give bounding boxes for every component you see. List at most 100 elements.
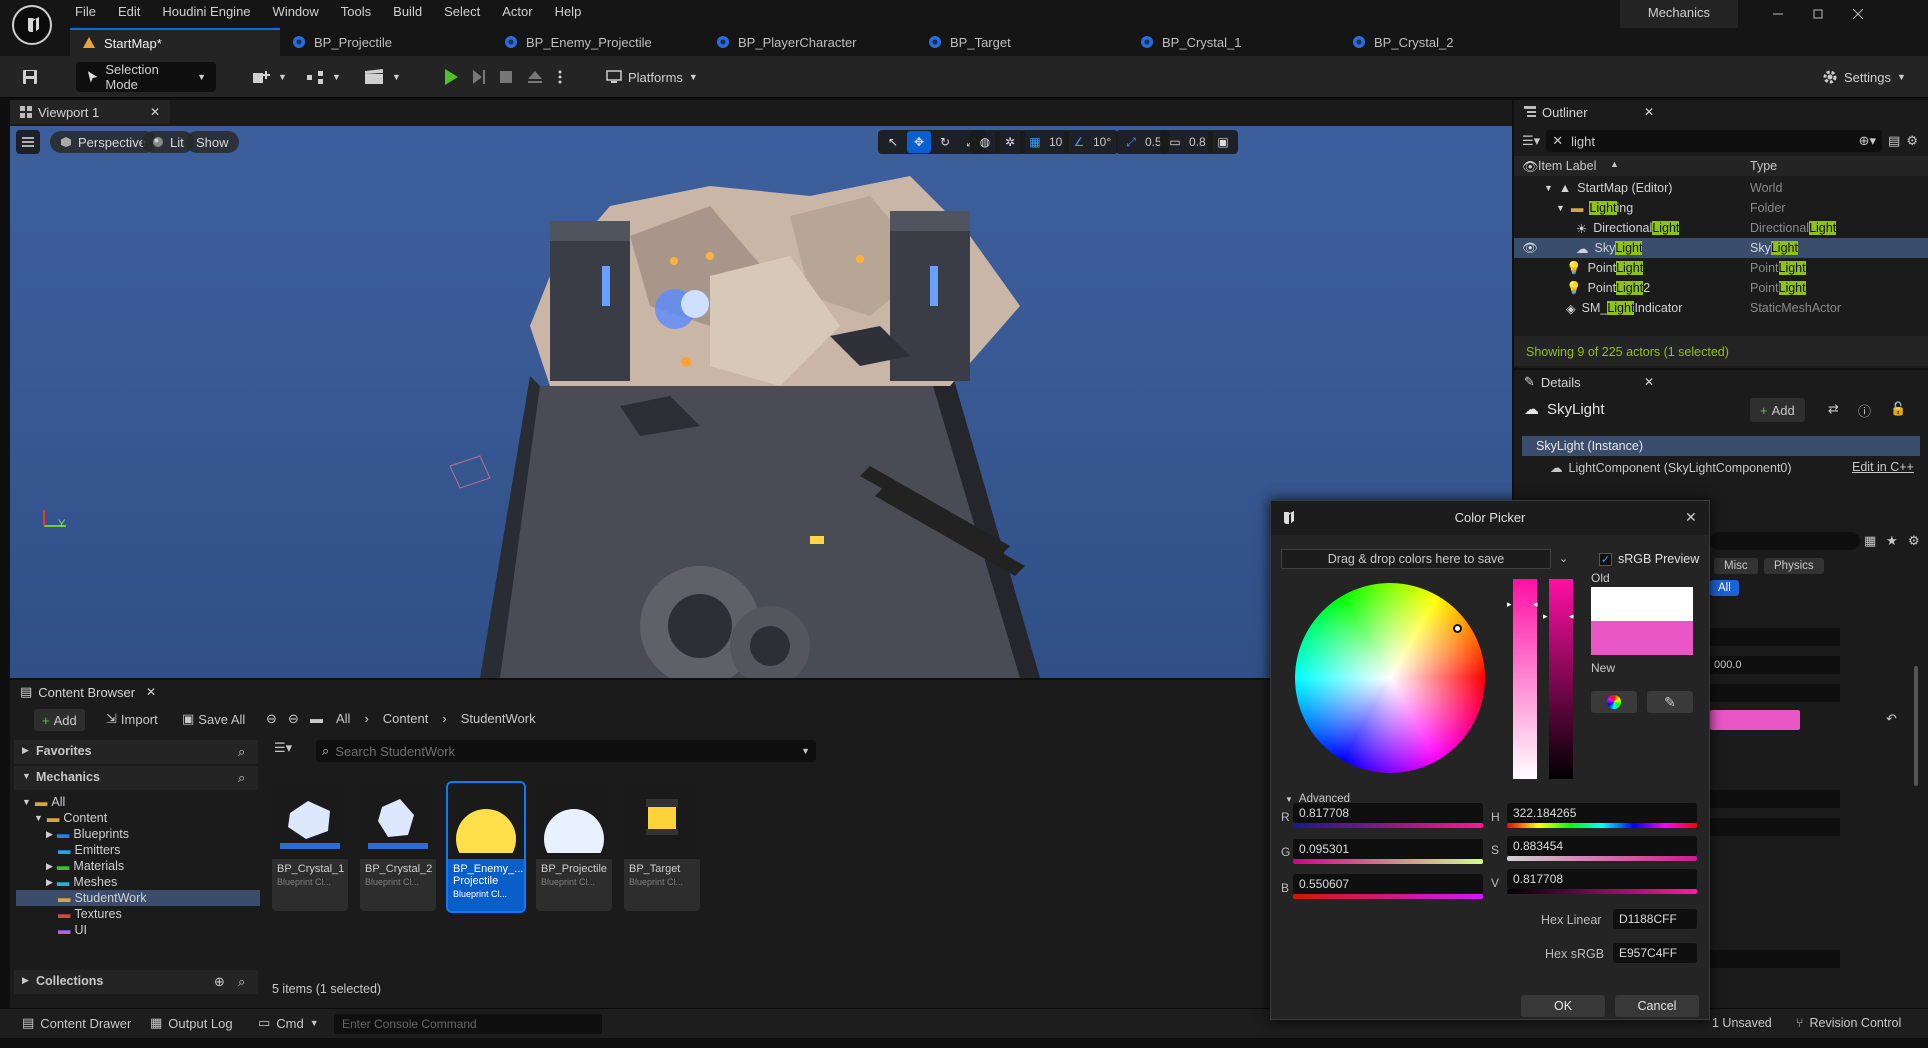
outliner-row[interactable]: ▼ ▲ StartMap (Editor) World [1514,178,1928,198]
tree-item-ui[interactable]: ▬ UI [16,922,260,938]
minimize-icon[interactable] [1758,0,1798,28]
slider-handle-icon[interactable]: ◂ [1569,611,1574,622]
lock-icon[interactable]: 🔓 [1890,401,1906,417]
breadcrumb-all[interactable]: All [336,711,350,726]
h-gradient[interactable] [1507,823,1697,828]
settings-icon[interactable]: ⚙ [1906,133,1918,149]
chevron-down-icon[interactable]: ▼ [801,746,810,756]
mechanics-header[interactable]: ▼ Mechanics ⌕ [14,766,258,790]
filter-misc[interactable]: Misc [1714,558,1758,574]
rotate-tool-icon[interactable]: ↻ [933,131,957,153]
grid-view-icon[interactable]: ▦ [1864,533,1876,549]
menu-tools[interactable]: Tools [330,0,382,28]
scale-snap-icon[interactable]: ⤢ [1119,131,1143,153]
star-icon[interactable]: ★ [1886,533,1898,549]
select-tool-icon[interactable]: ↖ [881,131,905,153]
h-field[interactable]: 322.184265 [1507,803,1697,823]
tree-item-materials[interactable]: ▶ ▬ Materials [16,858,260,874]
breadcrumb-studentwork[interactable]: StudentWork [461,711,536,726]
property-field[interactable] [1710,818,1840,836]
menu-edit[interactable]: Edit [107,0,151,28]
tab-bp-target[interactable]: BP_Target [916,28,1128,56]
cinematics-button[interactable]: ▼ [364,62,401,92]
step-button[interactable] [470,62,488,92]
platforms-dropdown[interactable]: Platforms ▼ [606,62,698,92]
tab-startmap[interactable]: StartMap* [70,28,280,56]
save-icon[interactable] [22,62,38,92]
cb-search-placeholder[interactable]: Search StudentWork [335,744,455,759]
s-gradient[interactable] [1507,856,1697,861]
menu-help[interactable]: Help [544,0,593,28]
v-field[interactable]: 0.817708 [1507,869,1697,889]
add-actor-button[interactable]: ▼ [252,62,287,92]
tree-item-meshes[interactable]: ▶ ▬ Meshes [16,874,260,890]
cb-add-button[interactable]: + Add [34,709,85,731]
cb-search-box[interactable]: ⌕ Search StudentWork ▼ [316,740,816,762]
blueprint-menu-button[interactable]: ▼ [306,62,341,92]
camera-speed-value[interactable]: 0.8 [1189,135,1210,149]
viewport-menu-button[interactable] [16,130,40,154]
close-icon[interactable]: ✕ [1685,509,1697,526]
cancel-button[interactable]: Cancel [1615,995,1699,1017]
add-component-button[interactable]: + Add [1750,398,1805,422]
menu-file[interactable]: File [64,0,107,28]
settings-dropdown[interactable]: Settings ▼ [1822,62,1906,92]
close-icon[interactable]: ✕ [150,105,160,119]
asset-bp-target[interactable]: BP_Target Blueprint Cl... [624,783,700,911]
unsaved-indicator[interactable]: 1 Unsaved [1712,1016,1772,1030]
hex-linear-field[interactable]: D1188CFF [1613,909,1697,929]
tree-item-content[interactable]: ▼ ▬ Content [16,810,260,826]
outliner-row-selected[interactable]: 👁 ☁ Sky Light SkyLight [1514,238,1928,258]
search-icon[interactable]: ⌕ [238,974,245,990]
outliner-row[interactable]: ▼ ▬ Light ing Folder [1514,198,1928,218]
close-icon[interactable]: ✕ [1644,375,1654,389]
g-gradient[interactable] [1293,859,1483,864]
camera-icon[interactable]: ▭ [1163,131,1187,153]
details-scrollbar[interactable] [1914,666,1918,786]
tree-item-textures[interactable]: ▬ Textures [16,906,260,922]
asset-bp-projectile[interactable]: BP_Projectile Blueprint Cl... [536,783,612,911]
cb-filter-button[interactable]: ☰▾ [274,740,292,756]
help-icon[interactable]: ⓘ [1858,401,1871,420]
perspective-button[interactable]: Perspective [50,131,156,153]
edit-in-cpp-link[interactable]: Edit in C++ [1852,460,1914,474]
cb-save-all-button[interactable]: ▣ Save All [182,711,245,727]
revision-control-button[interactable]: ⑂ Revision Control [1796,1016,1901,1030]
rotation-snap-value[interactable]: 10° [1093,135,1115,149]
tab-bp-enemy-projectile[interactable]: BP_Enemy_Projectile [492,28,704,56]
back-icon[interactable]: ⊖ [266,711,277,727]
folder-icon[interactable]: ▬ [310,711,323,726]
tree-item-studentwork[interactable]: ▬ StudentWork [16,890,260,906]
r-field[interactable]: 0.817708 [1293,803,1483,823]
search-icon[interactable]: ⌕ [238,744,245,760]
outliner-row[interactable]: 💡 Point Light 2 PointLight [1514,278,1928,298]
filter-physics[interactable]: Physics [1764,558,1824,574]
close-window-icon[interactable] [1838,0,1878,28]
outliner-tab[interactable]: Outliner ✕ [1514,100,1664,124]
hex-srgb-field[interactable]: E957C4FF [1613,943,1697,963]
add-filter-icon[interactable]: ⊕▾ [1859,133,1876,149]
v-gradient[interactable] [1507,889,1697,894]
world-space-icon[interactable]: ◍ [973,131,997,153]
blueprint-convert-icon[interactable]: ⇄ [1828,401,1839,417]
viewport-tab[interactable]: Viewport 1 ✕ [10,100,170,124]
outliner-search-box[interactable]: ✕ light ⊕▾ [1546,130,1883,152]
tab-bp-projectile[interactable]: BP_Projectile [280,28,492,56]
asset-bp-enemy-projectile[interactable]: BP_Enemy_... Projectile Blueprint Cl... [446,781,526,913]
tree-item-emitters[interactable]: ▬ Emitters [16,842,260,858]
eject-button[interactable] [526,62,544,92]
visibility-icon[interactable]: 👁 [1522,241,1538,256]
value-slider[interactable] [1549,579,1573,779]
property-field[interactable] [1710,950,1840,968]
srgb-preview-checkbox[interactable]: ✓ sRGB Preview [1599,552,1699,566]
outliner-row[interactable]: ◈ SM_ Light Indicator StaticMeshActor [1514,298,1928,318]
output-log-button[interactable]: ▦ Output Log [150,1015,233,1031]
details-search[interactable] [1710,532,1860,550]
menu-build[interactable]: Build [382,0,433,28]
tab-bp-crystal-2[interactable]: BP_Crystal_2 [1340,28,1552,56]
s-field[interactable]: 0.883454 [1507,836,1697,856]
breadcrumb-content[interactable]: Content [383,711,429,726]
reset-icon[interactable]: ↶ [1886,711,1897,727]
tab-bp-crystal-1[interactable]: BP_Crystal_1 [1128,28,1340,56]
selection-mode-dropdown[interactable]: Selection Mode ▼ [76,62,216,92]
